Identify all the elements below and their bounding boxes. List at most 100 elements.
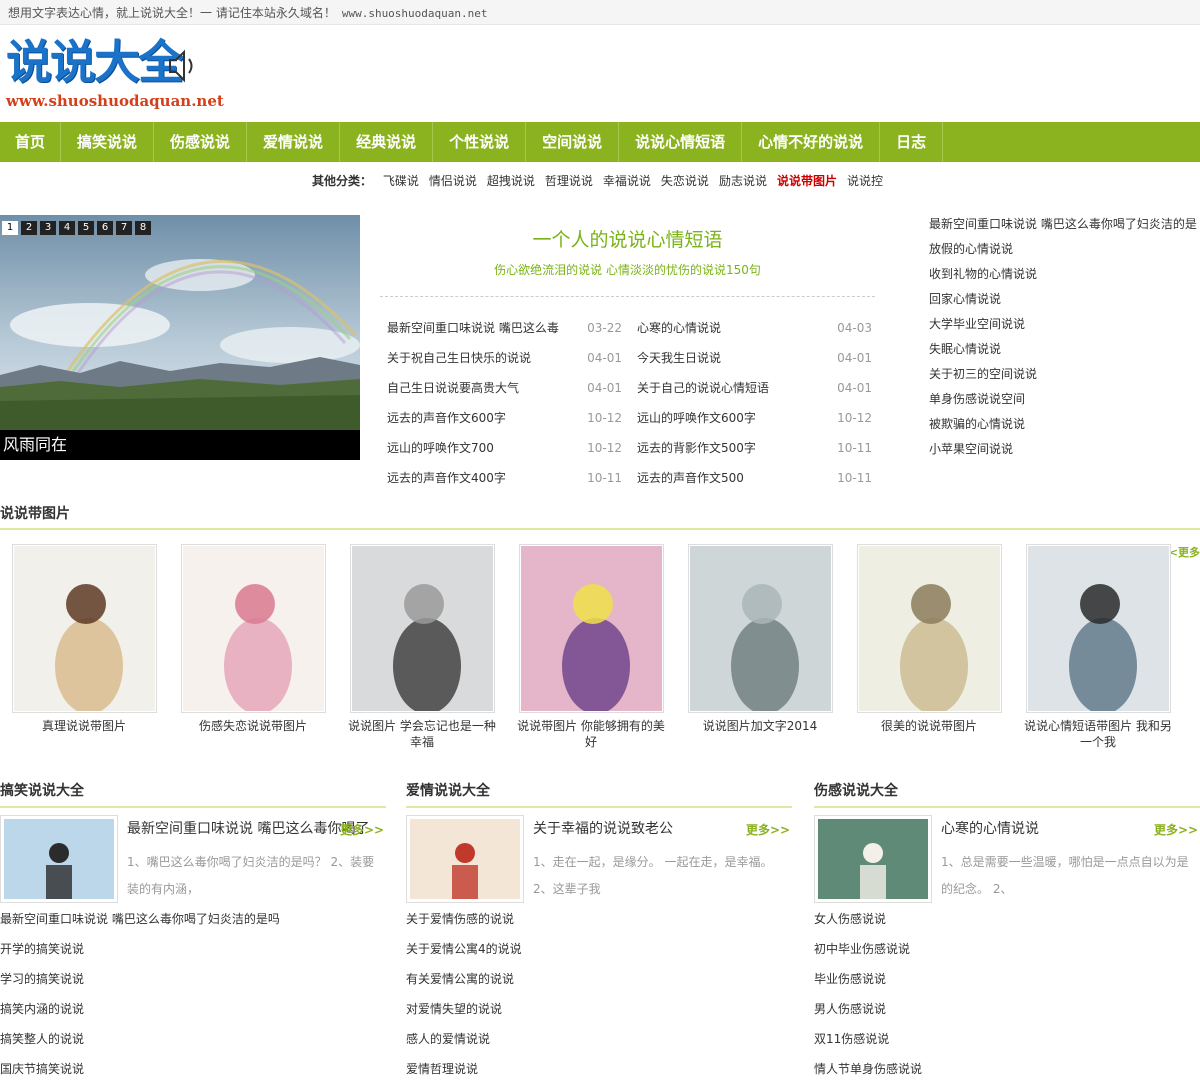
- article-title[interactable]: 远山的呼唤作文600字: [637, 403, 756, 433]
- sidebar-article-link[interactable]: 最新空间重口味说说 嘴巴这么毒你喝了妇炎洁的是: [929, 212, 1200, 237]
- column-title[interactable]: 伤感说说大全: [814, 780, 1200, 800]
- article-title[interactable]: 远去的声音作文600字: [387, 403, 506, 433]
- gallery-photo[interactable]: [521, 546, 662, 711]
- article-title[interactable]: 今天我生日说说: [637, 343, 721, 373]
- column-more-link[interactable]: 更多>>: [746, 821, 790, 838]
- category-link-2[interactable]: 超拽说说: [487, 174, 535, 188]
- article-title[interactable]: 远去的声音作文500: [637, 463, 744, 493]
- slider-caption[interactable]: 风雨同在: [0, 430, 360, 460]
- gallery-caption[interactable]: 说说图片 学会忘记也是一种幸福: [347, 718, 497, 750]
- column-more-link[interactable]: 更多>>: [1154, 821, 1198, 838]
- gallery-thumbnail[interactable]: [350, 544, 495, 713]
- article-title[interactable]: 关于祝自己生日快乐的说说: [387, 343, 531, 373]
- gallery-thumbnail[interactable]: [12, 544, 157, 713]
- article-title[interactable]: 远山的呼唤作文700: [387, 433, 494, 463]
- column-article-link[interactable]: 搞笑内涵的说说: [0, 994, 386, 1024]
- gallery-thumbnail[interactable]: [1026, 544, 1171, 713]
- column-article-link[interactable]: 毕业伤感说说: [814, 964, 1200, 994]
- gallery-photo[interactable]: [690, 546, 831, 711]
- column-article-link[interactable]: 初中毕业伤感说说: [814, 934, 1200, 964]
- sidebar-article-link[interactable]: 单身伤感说说空间: [929, 387, 1200, 412]
- gallery-caption[interactable]: 说说图片加文字2014: [685, 718, 835, 734]
- article-title[interactable]: 心寒的心情说说: [637, 313, 721, 343]
- nav-item-1[interactable]: 搞笑说说: [61, 122, 155, 162]
- gallery-thumbnail[interactable]: [857, 544, 1002, 713]
- gallery-item[interactable]: 真理说说带图片: [12, 544, 157, 734]
- column-article-link[interactable]: 学习的搞笑说说: [0, 964, 386, 994]
- column-article-link[interactable]: 关于爱情伤感的说说: [406, 904, 792, 934]
- sidebar-article-link[interactable]: 放假的心情说说: [929, 237, 1200, 262]
- slider-page-6[interactable]: 6: [97, 221, 113, 235]
- nav-item-9[interactable]: 日志: [880, 122, 944, 162]
- column-article-link[interactable]: 女人伤感说说: [814, 904, 1200, 934]
- slider-page-2[interactable]: 2: [21, 221, 37, 235]
- column-article-link[interactable]: 开学的搞笑说说: [0, 934, 386, 964]
- sidebar-article-link[interactable]: 被欺骗的心情说说: [929, 412, 1200, 437]
- category-link-7[interactable]: 说说带图片: [777, 174, 837, 188]
- column-feature-title[interactable]: 心寒的心情说说: [941, 818, 1039, 838]
- nav-item-7[interactable]: 说说心情短语: [619, 122, 743, 162]
- slider-page-1[interactable]: 1: [2, 221, 18, 235]
- column-article-link[interactable]: 国庆节搞笑说说: [0, 1054, 386, 1084]
- column-thumbnail-image[interactable]: [4, 819, 114, 899]
- featured-article-row[interactable]: 远去的背影作文500字 10-11: [630, 433, 872, 463]
- slider-page-4[interactable]: 4: [59, 221, 75, 235]
- column-title[interactable]: 搞笑说说大全: [0, 780, 386, 800]
- gallery-caption[interactable]: 真理说说带图片: [9, 718, 159, 734]
- column-article-link[interactable]: 感人的爱情说说: [406, 1024, 792, 1054]
- column-article-link[interactable]: 搞笑整人的说说: [0, 1024, 386, 1054]
- gallery-photo[interactable]: [352, 546, 493, 711]
- column-thumbnail[interactable]: [0, 815, 118, 903]
- column-article-link[interactable]: 对爱情失望的说说: [406, 994, 792, 1024]
- slider-page-7[interactable]: 7: [116, 221, 132, 235]
- site-logo[interactable]: 说说大全 www.shuoshuodaquan.net: [6, 36, 224, 116]
- nav-item-4[interactable]: 经典说说: [340, 122, 434, 162]
- column-title[interactable]: 爱情说说大全: [406, 780, 792, 800]
- featured-article-row[interactable]: 关于自己的说说心情短语 04-01: [630, 373, 872, 403]
- category-link-6[interactable]: 励志说说: [719, 174, 767, 188]
- nav-item-5[interactable]: 个性说说: [433, 122, 527, 162]
- featured-article-row[interactable]: 最新空间重口味说说 嘴巴这么毒 03-22: [380, 313, 622, 343]
- nav-item-6[interactable]: 空间说说: [526, 122, 620, 162]
- category-link-8[interactable]: 说说控: [847, 174, 883, 188]
- article-title[interactable]: 远去的声音作文400字: [387, 463, 506, 493]
- column-feature-title[interactable]: 最新空间重口味说说 嘴巴这么毒你喝了: [127, 818, 369, 838]
- category-link-0[interactable]: 飞碟说: [383, 174, 419, 188]
- column-thumbnail[interactable]: [814, 815, 932, 903]
- column-thumbnail-image[interactable]: [410, 819, 520, 899]
- sidebar-article-link[interactable]: 大学毕业空间说说: [929, 312, 1200, 337]
- article-title[interactable]: 关于自己的说说心情短语: [637, 373, 769, 403]
- gallery-item[interactable]: 说说图片 学会忘记也是一种幸福: [347, 544, 497, 750]
- gallery-item[interactable]: 很美的说说带图片: [857, 544, 1002, 734]
- gallery-photo[interactable]: [14, 546, 155, 711]
- column-article-link[interactable]: 关于爱情公寓4的说说: [406, 934, 792, 964]
- featured-article-row[interactable]: 远去的声音作文600字 10-12: [380, 403, 622, 433]
- gallery-item[interactable]: 说说心情短语带图片 我和另一个我: [1024, 544, 1172, 750]
- gallery-item[interactable]: 说说图片加文字2014: [688, 544, 833, 734]
- column-article-link[interactable]: 情人节单身伤感说说: [814, 1054, 1200, 1084]
- gallery-thumbnail[interactable]: [519, 544, 664, 713]
- sidebar-article-link[interactable]: 小苹果空间说说: [929, 437, 1200, 462]
- nav-item-8[interactable]: 心情不好的说说: [742, 122, 881, 162]
- category-link-5[interactable]: 失恋说说: [661, 174, 709, 188]
- column-article-link[interactable]: 双11伤感说说: [814, 1024, 1200, 1054]
- article-title[interactable]: 最新空间重口味说说 嘴巴这么毒: [387, 313, 559, 343]
- article-title[interactable]: 远去的背影作文500字: [637, 433, 756, 463]
- slider-image-rainbow[interactable]: [0, 215, 360, 430]
- category-link-3[interactable]: 哲理说说: [545, 174, 593, 188]
- category-link-1[interactable]: 情侣说说: [429, 174, 477, 188]
- featured-article-row[interactable]: 心寒的心情说说 04-03: [630, 313, 872, 343]
- column-article-link[interactable]: 男人伤感说说: [814, 994, 1200, 1024]
- featured-article-row[interactable]: 关于祝自己生日快乐的说说 04-01: [380, 343, 622, 373]
- column-feature-title[interactable]: 关于幸福的说说致老公: [533, 818, 673, 838]
- column-article-link[interactable]: 最新空间重口味说说 嘴巴这么毒你喝了妇炎洁的是吗: [0, 904, 386, 934]
- slider-page-3[interactable]: 3: [40, 221, 56, 235]
- gallery-photo[interactable]: [183, 546, 324, 711]
- featured-article-row[interactable]: 今天我生日说说 04-01: [630, 343, 872, 373]
- gallery-more-link[interactable]: 更多>>: [1170, 544, 1200, 560]
- category-link-4[interactable]: 幸福说说: [603, 174, 651, 188]
- nav-item-3[interactable]: 爱情说说: [247, 122, 341, 162]
- featured-article-row[interactable]: 远山的呼唤作文600字 10-12: [630, 403, 872, 433]
- gallery-thumbnail[interactable]: [181, 544, 326, 713]
- featured-article-row[interactable]: 远山的呼唤作文700 10-12: [380, 433, 622, 463]
